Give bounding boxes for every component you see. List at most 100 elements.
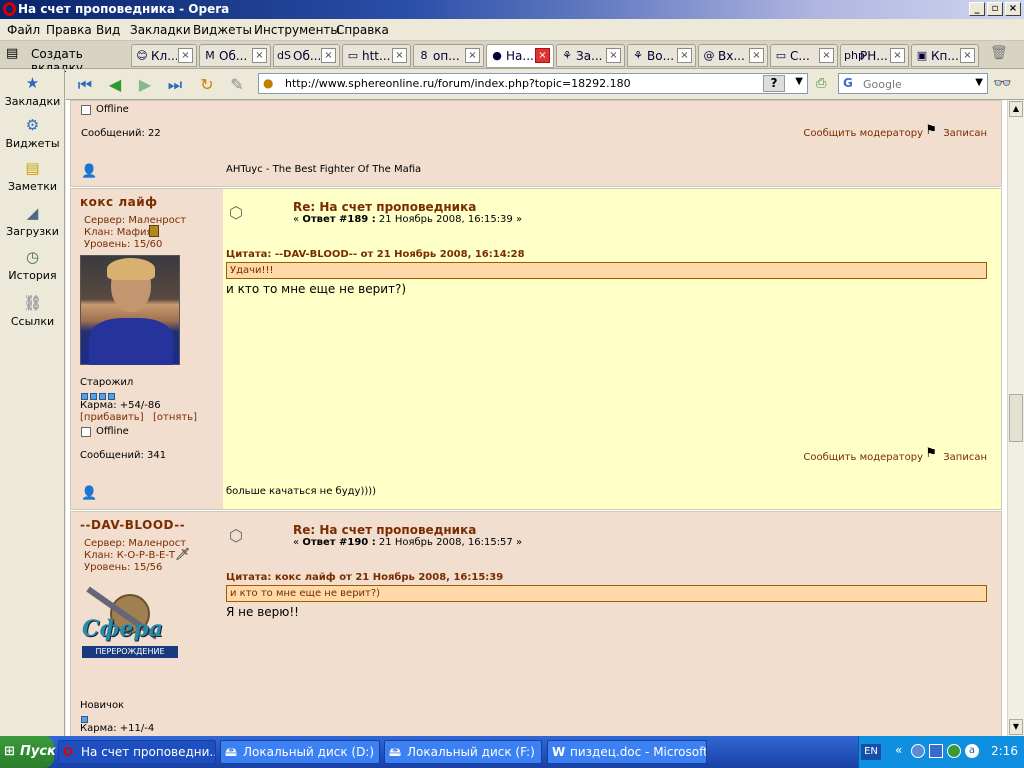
- tab-close-icon[interactable]: ×: [465, 48, 480, 63]
- post-title[interactable]: Re: На счет проповедника: [293, 200, 476, 214]
- post-text: и кто то мне еще не верит?): [226, 282, 407, 296]
- tab-1[interactable]: 😊 Кл... ×: [131, 44, 197, 67]
- tab-close-icon[interactable]: ×: [960, 48, 975, 63]
- menu-tools[interactable]: Инструменты: [254, 23, 340, 37]
- logged-link[interactable]: Записан: [943, 128, 987, 139]
- close-window-button[interactable]: ×: [1005, 2, 1021, 16]
- meta-prefix: «: [293, 214, 300, 225]
- quote-box: Удачи!!!: [226, 262, 987, 279]
- sidebar-item-history[interactable]: ◷ История: [0, 247, 65, 282]
- tab-label: За...: [576, 49, 603, 63]
- taskbar-item-disk-d[interactable]: 🖴 Локальный диск (D:): [220, 740, 380, 764]
- tab-close-icon[interactable]: ×: [178, 48, 193, 63]
- reload-icon[interactable]: ↻: [196, 75, 218, 95]
- taskbar-label: Локальный диск (F:): [407, 745, 535, 759]
- network-icon[interactable]: [929, 744, 943, 758]
- author-avatar: Сфера ПЕРЕРОЖДЕНИЕ: [80, 586, 180, 671]
- post-title[interactable]: Re: На счет проповедника: [293, 523, 476, 537]
- minimize-button[interactable]: _: [969, 2, 985, 16]
- sidebar-item-notes[interactable]: ▤ Заметки: [0, 158, 65, 193]
- tray-green-icon[interactable]: [947, 744, 961, 758]
- tab-10[interactable]: ▭ С... ×: [770, 44, 838, 67]
- help-icon[interactable]: ?: [763, 75, 785, 92]
- tab-close-icon[interactable]: ×: [819, 48, 834, 63]
- menu-file[interactable]: Файл: [7, 23, 40, 37]
- maximize-button[interactable]: ▫: [987, 2, 1003, 16]
- language-indicator[interactable]: EN: [861, 744, 881, 760]
- tab-11[interactable]: php РН... ×: [840, 44, 909, 67]
- scroll-thumb[interactable]: [1009, 394, 1023, 442]
- tab-close-icon[interactable]: ×: [890, 48, 905, 63]
- windows-logo-icon: ⊞: [4, 744, 15, 759]
- menu-edit[interactable]: Правка: [46, 23, 92, 37]
- tab-favicon-icon: ▣: [916, 49, 928, 62]
- sidebar-item-bookmarks[interactable]: ★ Закладки: [0, 73, 65, 108]
- menu-help[interactable]: Справка: [336, 23, 389, 37]
- offline-status: Offline: [96, 104, 129, 115]
- tab-close-icon[interactable]: ×: [606, 48, 621, 63]
- report-moderator-link[interactable]: Сообщить модератору: [803, 452, 923, 463]
- post-author[interactable]: --DAV-BLOOD--: [80, 518, 185, 532]
- taskbar-item-disk-f[interactable]: 🖴 Локальный диск (F:): [384, 740, 542, 764]
- post-signature: AHTuyc - The Best Fighter Of The Mafia: [226, 164, 422, 175]
- zoom-glasses-icon[interactable]: 👓: [993, 74, 1012, 92]
- tray-expand-icon[interactable]: «: [895, 743, 902, 757]
- scroll-up-icon[interactable]: ▲: [1009, 101, 1023, 117]
- tab-7[interactable]: ⚘ За... ×: [556, 44, 625, 67]
- tab-close-icon[interactable]: ×: [392, 48, 407, 63]
- tab-close-icon[interactable]: ×: [749, 48, 764, 63]
- tab-close-icon[interactable]: ×: [677, 48, 692, 63]
- rewind-icon[interactable]: ⏮: [74, 75, 96, 95]
- tab-5[interactable]: 8 оп... ×: [413, 44, 484, 67]
- tab-3[interactable]: dS Об... ×: [273, 44, 340, 67]
- taskbar-item-opera[interactable]: O На счет проповедни...: [58, 740, 216, 764]
- sidebar-item-widgets[interactable]: ⚙ Виджеты: [0, 115, 65, 150]
- tray-app-icon[interactable]: [911, 744, 925, 758]
- karma-add-link[interactable]: [прибавить]: [80, 412, 144, 423]
- new-tab-button[interactable]: ▤ Создать вкладку: [4, 45, 126, 75]
- logged-link[interactable]: Записан: [943, 452, 987, 463]
- sidebar-item-links[interactable]: ⛓ Ссылки: [0, 293, 65, 328]
- author-server: Сервер: Маленрост: [84, 215, 187, 226]
- menu-widgets[interactable]: Виджеты: [193, 23, 252, 37]
- tab-9[interactable]: @ Вх... ×: [698, 44, 768, 67]
- taskbar-label: Локальный диск (D:): [243, 745, 375, 759]
- scroll-down-icon[interactable]: ▼: [1009, 719, 1023, 735]
- start-button[interactable]: ⊞ Пуск: [0, 736, 56, 768]
- trash-icon[interactable]: 🗑: [990, 45, 1008, 61]
- address-field[interactable]: ● http://www.sphereonline.ru/forum/index…: [258, 73, 808, 94]
- tab-6[interactable]: ● На... ×: [486, 44, 554, 68]
- sidebar-item-downloads[interactable]: ◢ Загрузки: [0, 203, 65, 238]
- author-level: Уровень: 15/60: [84, 239, 163, 250]
- tab-close-icon[interactable]: ×: [535, 48, 550, 63]
- tab-2[interactable]: M Об... ×: [199, 44, 271, 67]
- post-author[interactable]: кокс лайф: [80, 195, 158, 209]
- chevron-down-icon[interactable]: ▼: [795, 76, 803, 87]
- forward-icon[interactable]: ▶: [134, 75, 156, 95]
- tab-12[interactable]: ▣ Кп... ×: [911, 44, 979, 67]
- report-moderator-link[interactable]: Сообщить модератору: [803, 128, 923, 139]
- back-icon[interactable]: ◀: [104, 75, 126, 95]
- vertical-scrollbar[interactable]: ▲ ▼: [1007, 100, 1024, 736]
- search-input[interactable]: G Google ▼: [838, 73, 988, 94]
- tab-favicon-icon: ●: [492, 49, 502, 62]
- tab-4[interactable]: ▭ htt... ×: [342, 44, 411, 67]
- fast-forward-icon[interactable]: ⏭: [164, 75, 186, 95]
- menu-view[interactable]: Вид: [96, 23, 120, 37]
- tab-close-icon[interactable]: ×: [321, 48, 336, 63]
- tab-close-icon[interactable]: ×: [252, 48, 267, 63]
- forum-post: --DAV-BLOOD-- Сервер: Маленрост Клан: К-…: [70, 511, 1002, 736]
- profile-icon[interactable]: 👤: [81, 164, 97, 179]
- menu-bookmarks[interactable]: Закладки: [130, 23, 191, 37]
- taskbar-item-word[interactable]: Wпиздец.doc - Microsoft ...: [547, 740, 707, 764]
- tab-8[interactable]: ⚘ Во... ×: [627, 44, 696, 67]
- edit-icon[interactable]: ✎: [226, 75, 248, 95]
- karma-take-link[interactable]: [отнять]: [153, 412, 197, 423]
- chevron-down-icon[interactable]: ▼: [975, 77, 983, 88]
- tray-a-icon[interactable]: a: [965, 744, 979, 758]
- meta-suffix: »: [515, 537, 523, 548]
- profile-icon[interactable]: 👤: [81, 486, 97, 501]
- clock[interactable]: 2:16: [991, 744, 1018, 758]
- author-karma: Карма: +11/-4: [80, 723, 155, 734]
- add-bookmark-icon[interactable]: ⎙: [816, 76, 826, 91]
